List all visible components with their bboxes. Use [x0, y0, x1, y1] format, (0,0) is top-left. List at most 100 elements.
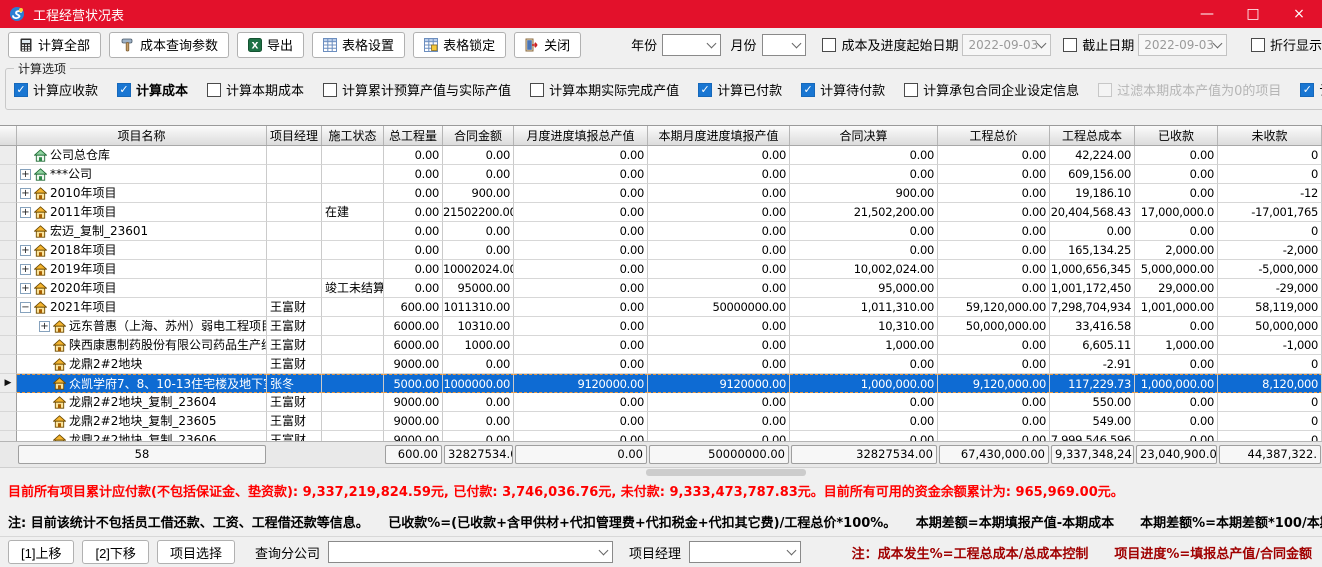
tree-expand-toggle[interactable]: +: [39, 321, 50, 332]
start-date-checkbox[interactable]: 成本及进度起始日期: [822, 35, 958, 54]
value-cell: 0.00: [938, 431, 1050, 441]
value-cell: 0.00: [514, 146, 648, 165]
start-date-value: 2022-09-03: [968, 38, 1038, 52]
calc-all-button[interactable]: 计算全部: [8, 32, 101, 58]
value-cell: 21502200.00: [443, 203, 514, 222]
table-row[interactable]: 龙鼎2#2地块_复制_23606王富财9000.000.000.000.000.…: [0, 431, 1322, 441]
value-cell: 29,000.00: [1135, 279, 1218, 298]
project-name-cell: 众凯学府7、8、10-13住宅楼及地下室: [17, 374, 267, 393]
column-header[interactable]: 月度进度填报总产值: [514, 126, 648, 145]
column-header[interactable]: 已收款: [1135, 126, 1218, 145]
project-house-icon: [53, 415, 66, 428]
calc-option-checkbox[interactable]: ✓计算月度进度填报产值: [1300, 80, 1322, 99]
cost-query-params-button[interactable]: 成本查询参数: [109, 32, 229, 58]
table-row[interactable]: ▶众凯学府7、8、10-13住宅楼及地下室张冬5000.001000000.00…: [0, 374, 1322, 393]
wrap-display-checkbox[interactable]: 折行显示: [1251, 35, 1322, 54]
table-row[interactable]: 龙鼎2#2地块_复制_23605王富财9000.000.000.000.000.…: [0, 412, 1322, 431]
calc-option-checkbox[interactable]: ✓计算待付款: [801, 80, 885, 99]
close-button[interactable]: ×: [1276, 0, 1322, 28]
tree-expand-toggle[interactable]: +: [20, 169, 31, 180]
table-row[interactable]: +2011年项目在建0.0021502200.000.000.0021,502,…: [0, 203, 1322, 222]
maximize-button[interactable]: □: [1230, 0, 1276, 28]
project-name-cell: 公司总仓库: [17, 146, 267, 165]
tree-collapse-toggle[interactable]: −: [20, 302, 31, 313]
project-name: 龙鼎2#2地块: [69, 355, 142, 373]
tree-expand-toggle[interactable]: +: [20, 264, 31, 275]
end-date-checkbox[interactable]: 截止日期: [1063, 35, 1134, 54]
table-row[interactable]: +远东普惠（上海、苏州）弱电工程项目王富财6000.0010310.000.00…: [0, 317, 1322, 336]
row-indicator: [0, 165, 17, 184]
tree-expand-toggle[interactable]: +: [20, 207, 31, 218]
column-header[interactable]: 工程总成本: [1050, 126, 1135, 145]
calc-option-label: 计算本期实际完成产值: [549, 80, 679, 99]
manager-cell: [267, 203, 322, 222]
value-cell: 95000.00: [443, 279, 514, 298]
table-row[interactable]: 宏迈_复制_236010.000.000.000.000.000.000.000…: [0, 222, 1322, 241]
calc-option-checkbox[interactable]: 计算本期实际完成产值: [530, 80, 679, 99]
table-row[interactable]: 龙鼎2#2地块王富财9000.000.000.000.000.000.00-2.…: [0, 355, 1322, 374]
chevron-down-icon: [1037, 38, 1047, 48]
calc-option-checkbox[interactable]: 计算本期成本: [207, 80, 304, 99]
column-header[interactable]: 合同金额: [443, 126, 514, 145]
column-header[interactable]: 工程总价: [938, 126, 1050, 145]
status-cell: 在建: [322, 203, 384, 222]
column-header[interactable]: 施工状态: [322, 126, 384, 145]
value-cell: 0.00: [648, 336, 790, 355]
table-lock-button[interactable]: 表格锁定: [413, 32, 506, 58]
value-cell: 0.00: [514, 260, 648, 279]
row-indicator: [0, 412, 17, 431]
minimize-button[interactable]: —: [1184, 0, 1230, 28]
close-form-button[interactable]: 关闭: [514, 32, 581, 58]
column-header[interactable]: 项目经理: [267, 126, 322, 145]
value-cell: 0.00: [648, 393, 790, 412]
project-select-button[interactable]: 项目选择: [157, 540, 235, 564]
value-cell: 0.00: [384, 241, 443, 260]
end-date-select[interactable]: 2022-09-03: [1138, 34, 1227, 56]
column-header[interactable]: 总工程量: [384, 126, 443, 145]
value-cell: 0: [1218, 355, 1322, 374]
value-cell: 1,000.00: [1135, 336, 1218, 355]
column-header[interactable]: 未收款: [1218, 126, 1322, 145]
value-cell: 50,000,000.00: [938, 317, 1050, 336]
table-settings-button[interactable]: 表格设置: [312, 32, 405, 58]
value-cell: 0.00: [648, 184, 790, 203]
calc-option-checkbox[interactable]: 计算承包合同企业设定信息: [904, 80, 1079, 99]
move-down-button[interactable]: [2]下移: [82, 540, 148, 564]
table-row[interactable]: 公司总仓库0.000.000.000.000.000.0042,224.000.…: [0, 146, 1322, 165]
tree-expand-toggle[interactable]: +: [20, 188, 31, 199]
table-row[interactable]: −2021年项目王富财600.001011310.000.0050000000.…: [0, 298, 1322, 317]
branch-select[interactable]: [328, 541, 613, 563]
project-name-cell: 陕西康惠制药股份有限公司药品生产线: [17, 336, 267, 355]
start-date-select[interactable]: 2022-09-03: [962, 34, 1051, 56]
row-indicator-header: [0, 126, 17, 145]
export-button[interactable]: X导出: [237, 32, 304, 58]
table-row[interactable]: +2018年项目0.000.000.000.000.000.00165,134.…: [0, 241, 1322, 260]
manager-select[interactable]: [689, 541, 801, 563]
column-header[interactable]: 合同决算: [790, 126, 938, 145]
year-select[interactable]: [662, 34, 720, 56]
month-select[interactable]: [762, 34, 807, 56]
tree-expand-toggle[interactable]: +: [20, 283, 31, 294]
table-row[interactable]: +***公司0.000.000.000.000.000.00609,156.00…: [0, 165, 1322, 184]
calc-option-checkbox[interactable]: ✓计算已付款: [698, 80, 782, 99]
calc-option-label: 计算应收款: [33, 80, 98, 99]
calc-option-checkbox[interactable]: ✓ 计算应收款: [14, 80, 98, 99]
table-row[interactable]: 陕西康惠制药股份有限公司药品生产线王富财6000.001000.000.000.…: [0, 336, 1322, 355]
checkbox-box: ✓: [14, 83, 28, 97]
project-name-cell: +2010年项目: [17, 184, 267, 203]
table-row[interactable]: +2010年项目0.00900.000.000.00900.000.0019,1…: [0, 184, 1322, 203]
table-row[interactable]: +2019年项目0.0010002024.000.000.0010,002,02…: [0, 260, 1322, 279]
value-cell: 0.00: [514, 336, 648, 355]
value-cell: 9,120,000.00: [938, 374, 1050, 393]
column-header[interactable]: 本期月度进度填报产值: [648, 126, 790, 145]
column-header[interactable]: 项目名称: [17, 126, 267, 145]
value-cell: 549.00: [1050, 412, 1135, 431]
calc-option-checkbox[interactable]: ✓计算成本: [117, 80, 188, 99]
move-up-button[interactable]: [1]上移: [8, 540, 74, 564]
grid-header: 项目名称项目经理施工状态总工程量合同金额月度进度填报总产值本期月度进度填报产值合…: [0, 126, 1322, 146]
table-row[interactable]: 龙鼎2#2地块_复制_23604王富财9000.000.000.000.000.…: [0, 393, 1322, 412]
value-cell: 0.00: [514, 412, 648, 431]
calc-option-checkbox[interactable]: 计算累计预算产值与实际产值: [323, 80, 511, 99]
table-row[interactable]: +2020年项目竣工未结算0.0095000.000.000.0095,000.…: [0, 279, 1322, 298]
tree-expand-toggle[interactable]: +: [20, 245, 31, 256]
